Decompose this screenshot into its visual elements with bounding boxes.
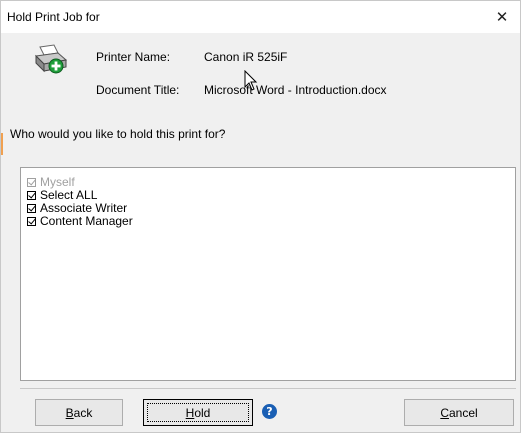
content-manager-checkbox[interactable] — [27, 217, 36, 226]
help-icon[interactable]: ? — [262, 404, 277, 419]
recipient-label: Content Manager — [40, 214, 133, 228]
focus-rect — [147, 403, 249, 422]
myself-checkbox[interactable] — [27, 178, 36, 187]
printer-add-icon — [34, 44, 68, 74]
hold-prompt: Who would you like to hold this print fo… — [10, 127, 226, 141]
document-title-value: Microsoft Word - Introduction.docx — [204, 83, 387, 97]
select-all-checkbox[interactable] — [27, 191, 36, 200]
printer-name-label: Printer Name: — [96, 50, 171, 64]
back-accelerator: B — [65, 405, 74, 420]
hold-print-job-dialog: Hold Print Job for ✕ Printer Name: Canon… — [0, 0, 521, 433]
printer-name-value: Canon iR 525iF — [204, 50, 288, 64]
close-icon: ✕ — [495, 9, 509, 26]
footer-divider — [20, 388, 516, 389]
back-button-label: ack — [73, 405, 93, 420]
associate-writer-checkbox[interactable] — [27, 204, 36, 213]
cancel-button[interactable]: Cancel — [404, 399, 514, 426]
recipient-item-content-manager[interactable]: Content Manager — [27, 215, 133, 228]
document-title-label: Document Title: — [96, 83, 180, 97]
window-title: Hold Print Job for — [7, 10, 100, 24]
cancel-button-label: ancel — [448, 405, 478, 420]
close-button[interactable]: ✕ — [484, 1, 520, 33]
edge-marker — [1, 133, 3, 155]
recipient-list[interactable]: Myself Select ALL Associate Writer Conte… — [20, 167, 516, 381]
title-bar: Hold Print Job for ✕ — [1, 1, 520, 33]
back-button[interactable]: Back — [35, 399, 123, 426]
hold-button[interactable]: Hold — [143, 399, 253, 426]
cancel-accelerator: C — [440, 405, 449, 420]
mouse-cursor-icon — [244, 70, 258, 91]
